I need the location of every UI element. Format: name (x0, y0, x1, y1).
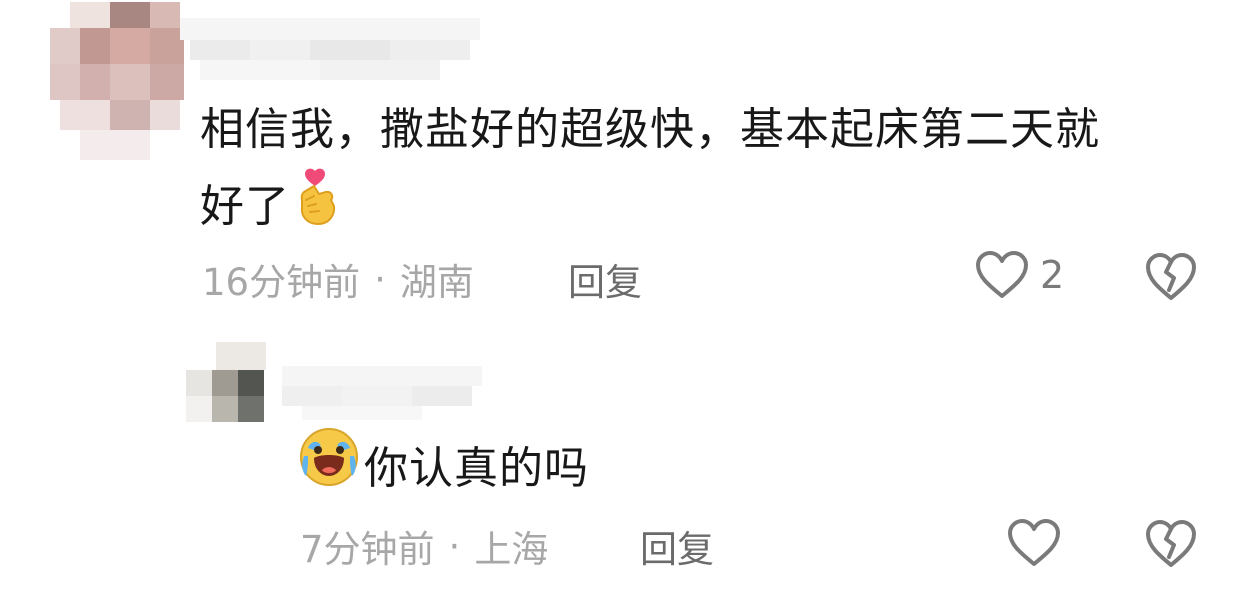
dislike-button[interactable] (1144, 252, 1198, 302)
comment-meta: 16分钟前 · 湖南 回复 (202, 252, 642, 306)
meta-separator: · (374, 257, 386, 301)
heart-outline-icon (974, 250, 1030, 300)
reply-text: 你认真的吗 (298, 426, 589, 512)
reply-time: 7分钟前 (300, 528, 435, 571)
reply-button[interactable]: 回复 (640, 519, 714, 573)
crying-face-emoji (298, 426, 360, 512)
commenter-avatar[interactable] (50, 2, 190, 162)
like-count: 2 (1040, 253, 1065, 297)
replier-name[interactable] (262, 360, 482, 422)
comment-time: 16分钟前 (202, 261, 361, 304)
comment-location: 湖南 (399, 261, 474, 304)
reply-button[interactable]: 回复 (568, 252, 642, 306)
comment-text-line1: 相信我，撒盐好的超级快，基本起床第二天就 (200, 104, 1100, 155)
commenter-name[interactable] (180, 18, 480, 88)
comment-text-line2-text: 好了 (200, 181, 290, 232)
reply-text-content: 你认真的吗 (364, 443, 589, 494)
finger-heart-emoji (294, 168, 338, 250)
broken-heart-icon (1144, 252, 1198, 302)
like-button[interactable]: 2 (974, 250, 1064, 300)
broken-heart-icon (1144, 519, 1198, 569)
reply-meta: 7分钟前 · 上海 回复 (300, 519, 714, 573)
dislike-button[interactable] (1144, 519, 1198, 569)
comment-text: 相信我，撒盐好的超级快，基本起床第二天就 好了 (200, 92, 1210, 250)
like-button[interactable] (1006, 518, 1062, 568)
comment-text-line2: 好了 (200, 168, 1210, 250)
reply-location: 上海 (474, 528, 549, 571)
meta-separator: · (448, 524, 461, 568)
heart-outline-icon (1006, 518, 1062, 568)
